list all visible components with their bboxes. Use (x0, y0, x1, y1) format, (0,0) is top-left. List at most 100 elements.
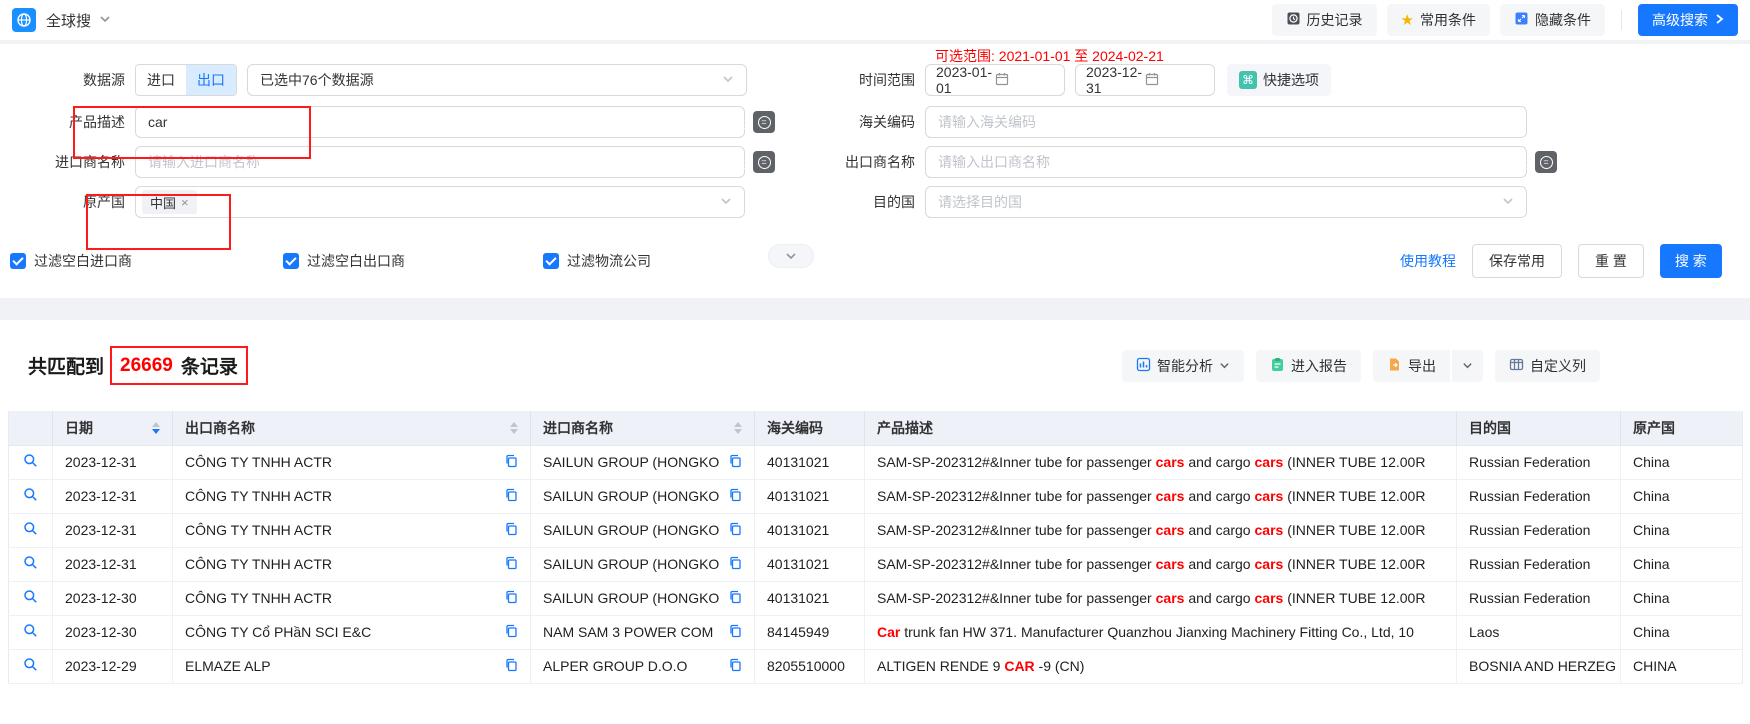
data-source-label: 数据源 (0, 70, 135, 90)
cell-destination: Laos (1457, 615, 1621, 649)
copy-icon[interactable] (505, 556, 518, 573)
toolbar-divider (1621, 10, 1622, 30)
row-detail-cell (9, 445, 53, 479)
cell-importer: SAILUN GROUP (HONGKO (531, 479, 755, 513)
copy-icon[interactable] (505, 590, 518, 607)
fuzzy-match-icon[interactable]: = (753, 151, 775, 173)
command-icon: ⌘ (1239, 71, 1257, 89)
cell-origin: China (1621, 513, 1743, 547)
cell-hscode: 40131021 (755, 547, 865, 581)
exporter-input[interactable] (925, 146, 1527, 178)
cell-destination: BOSNIA AND HERZEG (1457, 649, 1621, 683)
checkbox-checked-icon[interactable] (283, 253, 299, 269)
copy-icon[interactable] (729, 590, 742, 607)
header-hs-code[interactable]: 海关编码 (755, 411, 865, 445)
sort-icons[interactable] (726, 422, 742, 434)
fuzzy-match-icon[interactable]: = (753, 111, 775, 133)
cell-importer: NAM SAM 3 POWER COM (531, 615, 755, 649)
app-switch-chevron-down-icon[interactable] (99, 12, 111, 28)
table-header-row: 日期 出口商名称 进口商名称 海关编码 产品描述 目的国 原产国 (9, 411, 1743, 445)
table-row: 2023-12-31 CÔNG TY TNHH ACTR SAILUN GROU… (9, 513, 1743, 547)
start-date-input[interactable]: 2023-01-01 (925, 64, 1065, 96)
table-row: 2023-12-30 CÔNG TY Cổ PHầN SCI E&C NAM S… (9, 615, 1743, 649)
search-form: 可选范围: 2021-01-01 至 2024-02-21 数据源 进口 出口 … (0, 44, 1750, 298)
import-toggle[interactable]: 进口 (136, 65, 186, 95)
calendar-icon (995, 72, 1054, 89)
checkbox-checked-icon[interactable] (10, 253, 26, 269)
filter-blank-importer[interactable]: 过滤空白进口商 (10, 250, 132, 272)
export-button[interactable]: 导出 (1373, 350, 1450, 382)
magnifier-icon[interactable] (23, 625, 38, 641)
header-description[interactable]: 产品描述 (865, 411, 1457, 445)
enter-report-button[interactable]: 进入报告 (1256, 350, 1361, 382)
cell-date: 2023-12-29 (53, 649, 173, 683)
row-detail-cell (9, 513, 53, 547)
header-importer[interactable]: 进口商名称 (531, 411, 755, 445)
magnifier-icon[interactable] (23, 523, 38, 539)
cell-origin: China (1621, 547, 1743, 581)
cell-exporter: CÔNG TY TNHH ACTR (173, 581, 531, 615)
fuzzy-match-icon[interactable]: = (1535, 151, 1557, 173)
header-origin[interactable]: 原产国 (1621, 411, 1743, 445)
export-dropdown-button[interactable] (1452, 350, 1483, 382)
app-logo-globe-icon (12, 8, 36, 32)
copy-icon[interactable] (505, 488, 518, 505)
copy-icon[interactable] (505, 658, 518, 675)
origin-country-select[interactable]: 中国 × (135, 186, 745, 218)
copy-icon[interactable] (505, 522, 518, 539)
cell-origin: China (1621, 445, 1743, 479)
cell-description: ALTIGEN RENDE 9 CAR -9 (CN) (865, 649, 1457, 683)
hs-code-input[interactable] (925, 106, 1527, 138)
checkbox-checked-icon[interactable] (543, 253, 559, 269)
copy-icon[interactable] (729, 624, 742, 641)
copy-icon[interactable] (729, 522, 742, 539)
table-row: 2023-12-30 CÔNG TY TNHH ACTR SAILUN GROU… (9, 581, 1743, 615)
results-table: 日期 出口商名称 进口商名称 海关编码 产品描述 目的国 原产国 2023-12… (8, 411, 1743, 684)
smart-analysis-button[interactable]: 智能分析 (1122, 350, 1244, 382)
magnifier-icon[interactable] (23, 489, 38, 505)
quick-options-button[interactable]: ⌘ 快捷选项 (1227, 64, 1331, 96)
custom-columns-button[interactable]: 自定义列 (1495, 350, 1600, 382)
history-button[interactable]: 历史记录 (1272, 4, 1377, 36)
magnifier-icon[interactable] (23, 591, 38, 607)
remove-tag-icon[interactable]: × (181, 195, 189, 210)
sort-icons[interactable] (144, 422, 160, 434)
cell-date: 2023-12-30 (53, 581, 173, 615)
tutorial-link[interactable]: 使用教程 (1400, 251, 1456, 271)
advanced-search-button[interactable]: 高级搜索 (1638, 4, 1738, 36)
importer-name: NAM SAM 3 POWER COM (543, 624, 721, 640)
copy-icon[interactable] (729, 454, 742, 471)
reset-button[interactable]: 重 置 (1578, 244, 1644, 278)
exporter-label: 出口商名称 (800, 152, 925, 172)
magnifier-icon[interactable] (23, 455, 38, 471)
header-destination[interactable]: 目的国 (1457, 411, 1621, 445)
hide-conditions-button[interactable]: 隐藏条件 (1500, 4, 1605, 36)
end-date-input[interactable]: 2023-12-31 (1075, 64, 1215, 96)
destination-country-select[interactable]: 请选择目的国 (925, 186, 1527, 218)
copy-icon[interactable] (505, 624, 518, 641)
filter-logistics-company[interactable]: 过滤物流公司 (543, 250, 651, 272)
export-toggle[interactable]: 出口 (186, 65, 236, 95)
sort-icons[interactable] (502, 422, 518, 434)
copy-icon[interactable] (729, 658, 742, 675)
save-favorite-button[interactable]: 保存常用 (1472, 244, 1562, 278)
importer-input[interactable] (135, 146, 745, 178)
filter-blank-exporter[interactable]: 过滤空白出口商 (283, 250, 405, 272)
favorite-conditions-button[interactable]: ★ 常用条件 (1387, 4, 1490, 36)
header-date[interactable]: 日期 (53, 411, 173, 445)
magnifier-icon[interactable] (23, 557, 38, 573)
product-desc-input[interactable] (135, 106, 745, 138)
origin-country-tag: 中国 × (142, 190, 197, 214)
row-detail-cell (9, 649, 53, 683)
chevron-down-icon (720, 194, 732, 210)
header-exporter[interactable]: 出口商名称 (173, 411, 531, 445)
search-button[interactable]: 搜 索 (1660, 244, 1722, 278)
copy-icon[interactable] (729, 556, 742, 573)
cell-description: SAM-SP-202312#&Inner tube for passenger … (865, 513, 1457, 547)
magnifier-icon[interactable] (23, 659, 38, 675)
copy-icon[interactable] (505, 454, 518, 471)
copy-icon[interactable] (729, 488, 742, 505)
record-count: 26669 (120, 355, 173, 377)
data-source-select[interactable]: 已选中76个数据源 (247, 64, 747, 96)
form-collapse-button[interactable] (768, 244, 814, 268)
